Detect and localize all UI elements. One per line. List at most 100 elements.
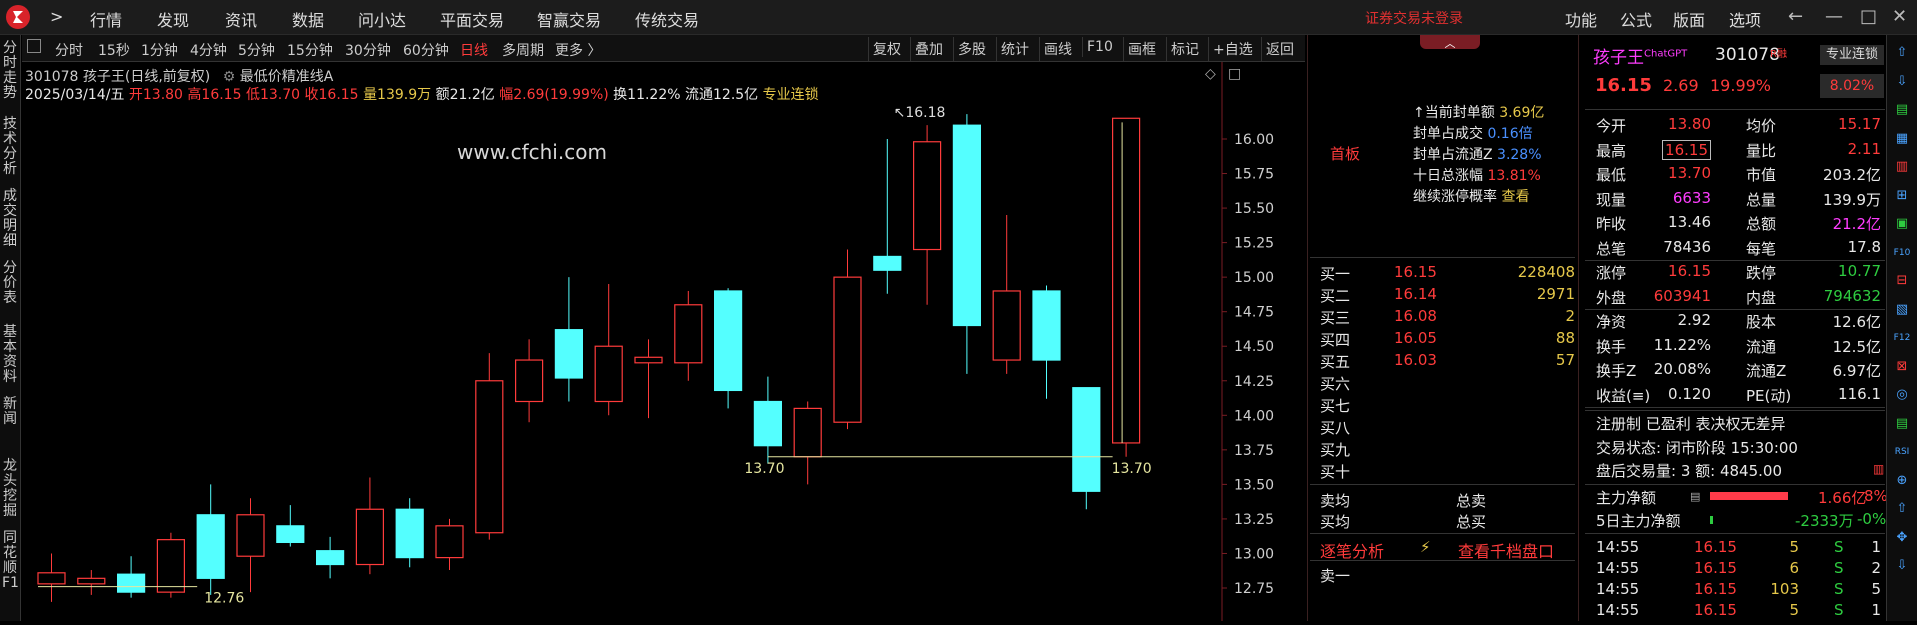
bid-row[interactable]: 买九 [1320, 439, 1575, 460]
candle-bearish[interactable] [952, 124, 982, 327]
close-icon[interactable]: ✕ [1892, 6, 1907, 27]
period-multi[interactable]: 多周期 [502, 40, 544, 60]
candle-bullish[interactable] [1111, 117, 1141, 444]
candle-bearish[interactable] [753, 400, 783, 447]
chart-window-icon[interactable]: □ [1228, 66, 1241, 82]
tool-icon-8-icon[interactable]: ⊟ [1892, 271, 1912, 291]
tool-icon-9-icon[interactable]: ▧ [1892, 300, 1912, 320]
add-watchlist-button[interactable]: +自选 [1208, 37, 1257, 61]
menu-smart-trade[interactable]: 智赢交易 [537, 7, 601, 31]
candle-bearish[interactable] [713, 290, 743, 392]
candle-bullish[interactable] [833, 276, 862, 423]
adjust-button[interactable]: 复权 [868, 37, 905, 61]
stock-name[interactable]: 孩子王ChatGPT [1593, 43, 1687, 68]
indicator-name[interactable]: 最低价精准线A [240, 69, 334, 85]
candle-bullish[interactable] [77, 577, 106, 585]
bid-row[interactable]: 买四 16.05 88 [1320, 329, 1575, 350]
tab-technical[interactable]: 技术分析 [2, 117, 18, 177]
sector-tag[interactable]: 专业连锁 [763, 87, 819, 103]
tool-icon-4-icon[interactable]: ▥ [1892, 157, 1912, 177]
tab-news[interactable]: 新闻 [2, 397, 18, 427]
tool-icon-12-icon[interactable]: ◎ [1892, 385, 1912, 405]
tab-leader-mining[interactable]: 龙头挖掘 [2, 459, 18, 519]
period-intraday[interactable]: 分时 [55, 40, 83, 60]
candle-bearish[interactable] [1032, 290, 1061, 361]
panel-toggle-icon[interactable] [27, 39, 41, 53]
multi-stock-button[interactable]: 多股 [953, 37, 990, 61]
candlestick-chart[interactable]: 12.75 13.00 13.25 13.50 13.75 14.00 14.25 14.50… [22, 62, 1305, 621]
bid-row[interactable]: 买一 16.15 228408 [1320, 263, 1575, 284]
diamond-icon[interactable]: ◇ [1205, 66, 1216, 82]
bid-row[interactable]: 买七 [1320, 395, 1575, 416]
tab-trades[interactable]: 成交明细 [2, 189, 18, 249]
limit-prob-link[interactable]: 查看 [1501, 189, 1529, 205]
tool-icon-7-icon[interactable]: F10 [1892, 243, 1912, 263]
tool-icon-10-icon[interactable]: F12 [1892, 328, 1912, 348]
mark-button[interactable]: 标记 [1166, 37, 1203, 61]
period-4m[interactable]: 4分钟 [190, 40, 227, 60]
tool-icon-11-icon[interactable]: ⊠ [1892, 357, 1912, 377]
app-logo-icon[interactable] [6, 5, 30, 29]
overlay-button[interactable]: 叠加 [910, 37, 947, 61]
menu-discover[interactable]: 发现 [157, 7, 189, 31]
candle-bearish[interactable] [554, 329, 584, 379]
bid-row[interactable]: 买六 [1320, 373, 1575, 394]
candle-bullish[interactable] [355, 508, 384, 566]
candle-bearish[interactable] [196, 514, 225, 579]
chatgpt-tag[interactable]: ChatGPT [1644, 48, 1687, 59]
login-status-notice[interactable]: 证券交易未登录 [1365, 8, 1463, 28]
tool-icon-1-icon[interactable]: ⇩ [1892, 72, 1912, 92]
candle-bullish[interactable] [634, 356, 663, 364]
settings-icon[interactable]: ⚙ [223, 69, 236, 85]
return-button[interactable]: 返回 [1261, 37, 1298, 61]
candle-bullish[interactable] [594, 345, 623, 403]
candle-bullish[interactable] [992, 290, 1021, 361]
back-arrow-icon[interactable]: ← [1788, 6, 1803, 27]
period-1m[interactable]: 1分钟 [141, 40, 178, 60]
tab-tick-analysis[interactable]: 逐笔分析 [1320, 538, 1384, 562]
draw-box-button[interactable]: 画框 [1123, 37, 1160, 61]
tab-fundamentals[interactable]: 基本资料 [2, 325, 18, 385]
tool-icon-17-icon[interactable]: ✥ [1892, 528, 1912, 548]
tool-icon-14-icon[interactable]: RSI [1892, 442, 1912, 462]
candle-bearish[interactable] [1072, 387, 1101, 492]
tool-icon-18-icon[interactable]: ⇩ [1892, 556, 1912, 576]
tool-icon-13-icon[interactable]: ▤ [1892, 414, 1912, 434]
candle-bearish[interactable] [276, 525, 305, 544]
stats-button[interactable]: 统计 [996, 37, 1033, 61]
tool-icon-0-icon[interactable]: ⇧ [1892, 43, 1912, 63]
tab-intraday[interactable]: 分时走势 [2, 41, 18, 101]
candle-bearish[interactable] [873, 255, 902, 271]
menu-function[interactable]: 功能 [1565, 7, 1597, 31]
menu-formula[interactable]: 公式 [1620, 7, 1652, 31]
candle-bearish[interactable] [116, 573, 146, 593]
menu-flat-trade[interactable]: 平面交易 [440, 7, 504, 31]
candle-bearish[interactable] [395, 508, 424, 559]
candle-bullish[interactable] [793, 407, 822, 458]
candle-bullish[interactable] [37, 572, 66, 585]
menu-news[interactable]: 资讯 [225, 7, 257, 31]
candle-bullish[interactable] [236, 514, 265, 557]
tool-icon-6-icon[interactable]: ▣ [1892, 214, 1912, 234]
bid-row[interactable]: 买五 16.03 57 [1320, 351, 1575, 372]
tool-icon-15-icon[interactable]: ⊕ [1892, 471, 1912, 491]
period-15m[interactable]: 15分钟 [287, 40, 333, 60]
thousand-level-link[interactable]: 查看千档盘口 [1458, 538, 1554, 562]
collapse-up-icon[interactable]: ︿ [1420, 35, 1480, 50]
candle-bullish[interactable] [912, 141, 942, 251]
period-5m[interactable]: 5分钟 [238, 40, 275, 60]
period-more[interactable]: 更多 〉 [555, 40, 601, 60]
f10-button[interactable]: F10 [1082, 37, 1117, 57]
candle-bullish[interactable] [475, 380, 504, 534]
tab-price-table[interactable]: 分价表 [2, 261, 18, 306]
period-15s[interactable]: 15秒 [98, 40, 130, 60]
menu-data[interactable]: 数据 [292, 7, 324, 31]
period-daily[interactable]: 日线 [460, 40, 488, 60]
candle-bullish[interactable] [515, 359, 544, 403]
draw-line-button[interactable]: 画线 [1039, 37, 1076, 61]
period-60m[interactable]: 60分钟 [403, 40, 449, 60]
period-30m[interactable]: 30分钟 [345, 40, 391, 60]
nav-forward-button[interactable]: > [50, 7, 63, 26]
menu-classic-trade[interactable]: 传统交易 [635, 7, 699, 31]
tool-icon-2-icon[interactable]: ▤ [1892, 100, 1912, 120]
